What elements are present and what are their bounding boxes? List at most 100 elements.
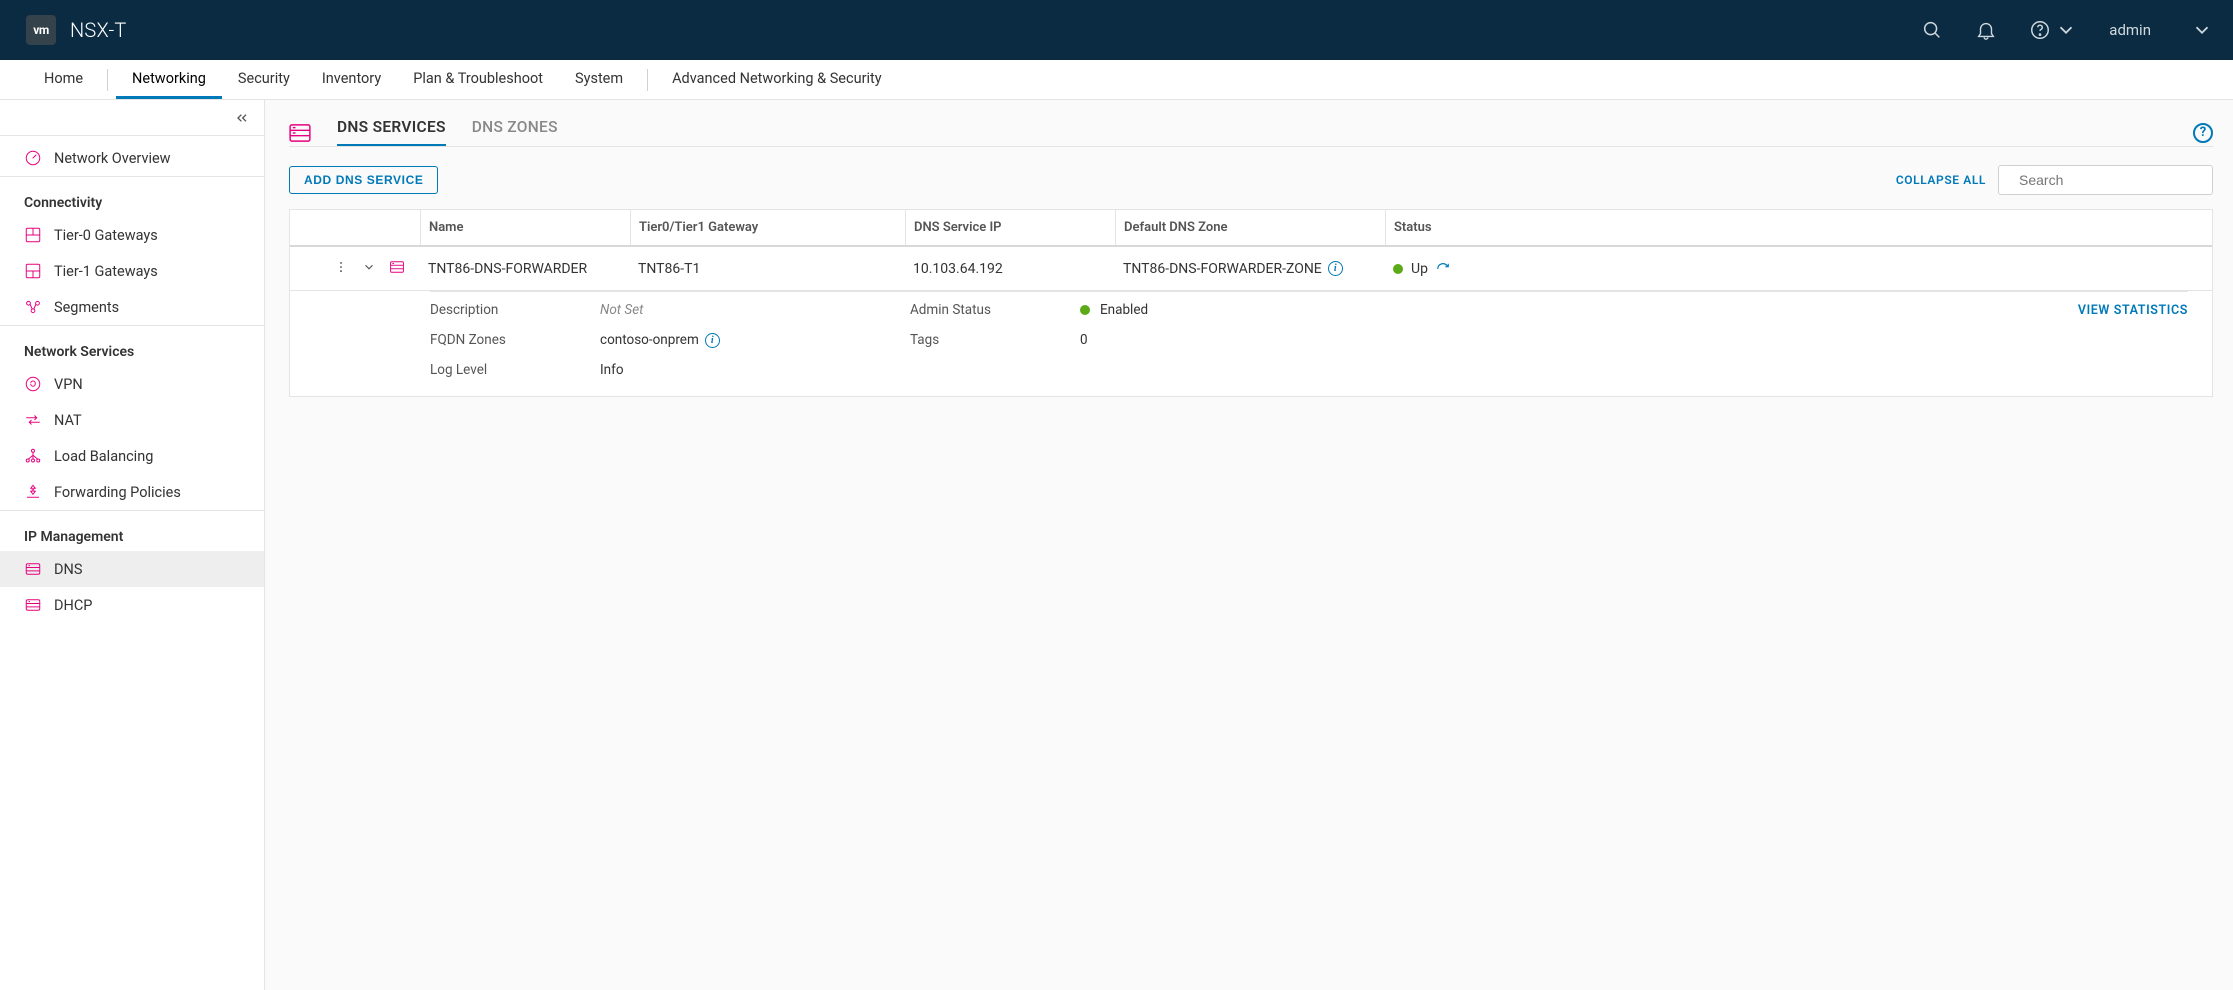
status-dot xyxy=(1080,305,1090,315)
tier-icon xyxy=(24,262,42,280)
sidebar-item-nat[interactable]: NAT xyxy=(0,402,264,438)
search-box[interactable] xyxy=(1998,165,2213,195)
segments-icon xyxy=(24,298,42,316)
help-icon[interactable]: ? xyxy=(2193,123,2213,143)
cell-status: Up xyxy=(1411,261,1428,277)
vpn-icon xyxy=(24,375,42,393)
status-dot xyxy=(1393,264,1403,274)
sidebar-item-label: Segments xyxy=(54,299,119,316)
search-input[interactable] xyxy=(2017,171,2202,189)
sidebar-item-label: Tier-0 Gateways xyxy=(54,227,158,244)
col-default-zone: Default DNS Zone xyxy=(1115,210,1385,245)
user-menu[interactable]: admin xyxy=(2109,19,2213,41)
dns-services-table: Name Tier0/Tier1 Gateway DNS Service IP … xyxy=(289,209,2213,397)
chevron-double-left-icon xyxy=(234,110,250,126)
collapse-all-link[interactable]: COLLAPSE ALL xyxy=(1896,173,1986,187)
detail-value-tags: 0 xyxy=(1080,332,1300,348)
sidebar-item-label: VPN xyxy=(54,376,83,393)
info-icon[interactable]: i xyxy=(705,333,720,348)
chevron-down-icon xyxy=(2191,19,2213,41)
row-expand-toggle[interactable] xyxy=(362,260,376,278)
col-status: Status xyxy=(1385,210,2212,245)
main-content: DNS SERVICES DNS ZONES ? ADD DNS SERVICE… xyxy=(265,100,2233,990)
tab-system[interactable]: System xyxy=(559,60,639,99)
tab-plan-troubleshoot[interactable]: Plan & Troubleshoot xyxy=(397,60,559,99)
tab-networking[interactable]: Networking xyxy=(116,60,222,99)
cell-default-zone: TNT86-DNS-FORWARDER-ZONE xyxy=(1123,261,1322,277)
detail-value-fqdn-zones: contoso-onprem xyxy=(600,332,699,348)
cell-name: TNT86-DNS-FORWARDER xyxy=(420,253,630,285)
detail-label-tags: Tags xyxy=(910,332,1080,348)
sidebar-item-dns[interactable]: DNS xyxy=(0,551,264,587)
tab-separator xyxy=(647,69,648,91)
add-dns-service-button[interactable]: ADD DNS SERVICE xyxy=(289,166,438,194)
sidebar-item-vpn[interactable]: VPN xyxy=(0,366,264,402)
help-menu[interactable] xyxy=(2029,19,2077,41)
detail-value-description: Not Set xyxy=(600,302,910,318)
sidebar-item-label: DHCP xyxy=(54,597,92,614)
main-tabs: Home Networking Security Inventory Plan … xyxy=(0,60,2233,100)
sidebar-item-label: NAT xyxy=(54,412,82,429)
sidebar-heading-ip-management: IP Management xyxy=(0,515,264,551)
cell-gateway: TNT86-T1 xyxy=(630,253,905,285)
detail-value-log-level: Info xyxy=(600,362,910,378)
refresh-icon[interactable] xyxy=(1436,262,1450,276)
search-icon[interactable] xyxy=(1921,19,1943,41)
sidebar-item-label: Forwarding Policies xyxy=(54,484,181,501)
sidebar-item-tier1-gateways[interactable]: Tier-1 Gateways xyxy=(0,253,264,289)
col-gateway: Tier0/Tier1 Gateway xyxy=(630,210,905,245)
product-name: NSX-T xyxy=(70,18,127,42)
detail-value-admin-status: Enabled xyxy=(1100,302,1148,318)
cell-service-ip: 10.103.64.192 xyxy=(905,253,1115,285)
nat-icon xyxy=(24,411,42,429)
dhcp-icon xyxy=(24,596,42,614)
load-balancing-icon xyxy=(24,447,42,465)
sidebar-collapse[interactable] xyxy=(0,100,264,136)
toolbar: ADD DNS SERVICE COLLAPSE ALL xyxy=(289,165,2213,195)
tab-home[interactable]: Home xyxy=(28,60,99,99)
sidebar-item-label: Network Overview xyxy=(54,150,171,167)
sidebar-item-load-balancing[interactable]: Load Balancing xyxy=(0,438,264,474)
sidebar-heading-connectivity: Connectivity xyxy=(0,181,264,217)
brand: vm NSX-T xyxy=(26,15,127,45)
sidebar-item-label: Tier-1 Gateways xyxy=(54,263,158,280)
sidebar-item-forwarding-policies[interactable]: Forwarding Policies xyxy=(0,474,264,510)
dashboard-icon xyxy=(24,149,42,167)
row-detail-panel: Description Not Set Admin Status Enabled… xyxy=(430,291,2188,396)
row-type-icon xyxy=(390,260,404,278)
vmware-logo: vm xyxy=(26,15,56,45)
dns-icon xyxy=(24,560,42,578)
sidebar-item-network-overview[interactable]: Network Overview xyxy=(0,140,264,176)
top-nav-bar: vm NSX-T admin xyxy=(0,0,2233,60)
tab-inventory[interactable]: Inventory xyxy=(306,60,397,99)
sidebar-item-tier0-gateways[interactable]: Tier-0 Gateways xyxy=(0,217,264,253)
detail-label-admin-status: Admin Status xyxy=(910,302,1080,318)
sidebar-heading-network-services: Network Services xyxy=(0,330,264,366)
table-header: Name Tier0/Tier1 Gateway DNS Service IP … xyxy=(290,210,2212,247)
detail-label-log-level: Log Level xyxy=(430,362,600,378)
detail-label-description: Description xyxy=(430,302,600,318)
tab-dns-zones[interactable]: DNS ZONES xyxy=(472,118,558,147)
col-name: Name xyxy=(420,210,630,245)
forwarding-icon xyxy=(24,483,42,501)
dns-page-icon xyxy=(289,124,311,142)
info-icon[interactable]: i xyxy=(1328,261,1343,276)
page-tabs: DNS SERVICES DNS ZONES ? xyxy=(289,118,2213,147)
tab-advanced-networking-security[interactable]: Advanced Networking & Security xyxy=(656,60,898,99)
tab-security[interactable]: Security xyxy=(222,60,306,99)
tab-dns-services[interactable]: DNS SERVICES xyxy=(337,118,446,147)
detail-label-fqdn-zones: FQDN Zones xyxy=(430,332,600,348)
user-name: admin xyxy=(2109,21,2151,39)
row-menu-icon[interactable] xyxy=(334,260,348,278)
tier-icon xyxy=(24,226,42,244)
view-statistics-link[interactable]: VIEW STATISTICS xyxy=(2078,303,2188,318)
sidebar-item-segments[interactable]: Segments xyxy=(0,289,264,325)
tab-separator xyxy=(107,69,108,91)
sidebar-item-label: Load Balancing xyxy=(54,448,153,465)
sidebar-item-dhcp[interactable]: DHCP xyxy=(0,587,264,623)
table-row: TNT86-DNS-FORWARDER TNT86-T1 10.103.64.1… xyxy=(290,247,2212,291)
bell-icon[interactable] xyxy=(1975,19,1997,41)
sidebar-item-label: DNS xyxy=(54,561,82,578)
sidebar: Network Overview Connectivity Tier-0 Gat… xyxy=(0,100,265,990)
col-service-ip: DNS Service IP xyxy=(905,210,1115,245)
